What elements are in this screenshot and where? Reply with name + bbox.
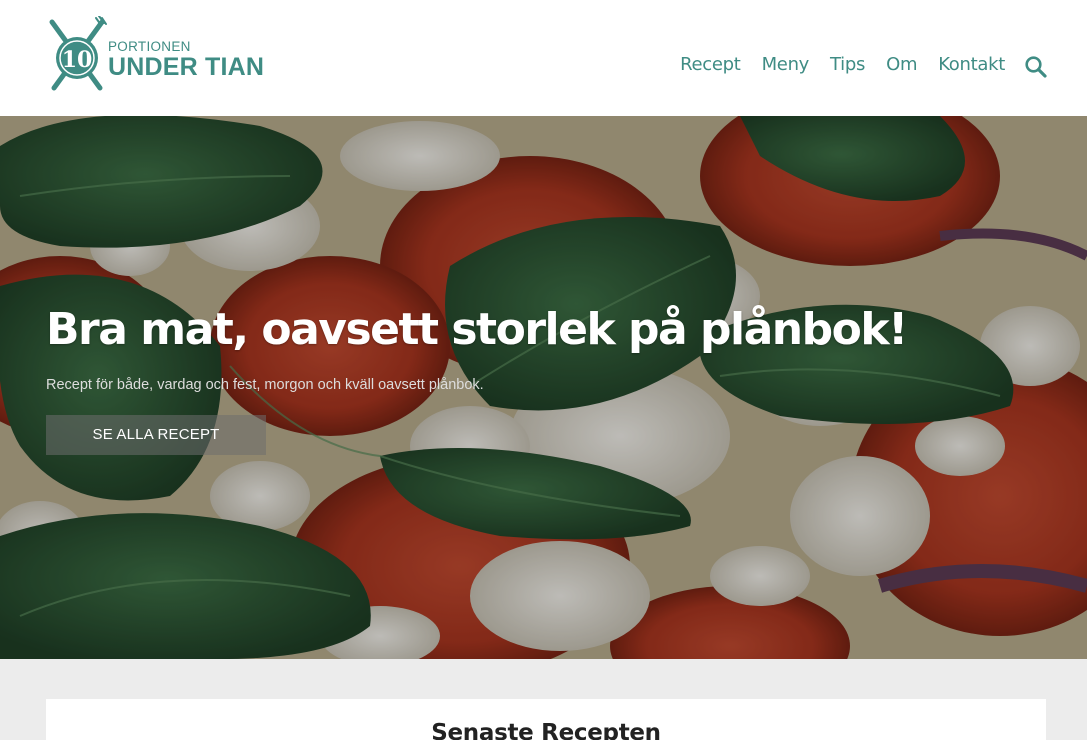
section-title: Senaste Recepten [431,720,661,740]
latest-recipes-card: Senaste Recepten [46,699,1046,740]
nav-item-tips[interactable]: Tips [830,54,865,76]
see-all-recipes-button[interactable]: SE ALLA RECEPT [46,415,266,455]
main-nav: Recept Meny Tips Om Kontakt [680,54,1005,76]
site-logo[interactable]: 10 PORTIONEN UNDER TIAN [46,16,276,94]
hero-title: Bra mat, oavsett storlek på plånbok! [46,304,908,355]
latest-recipes-section: Senaste Recepten [0,659,1087,740]
site-header: 10 PORTIONEN UNDER TIAN Recept Meny Tips… [0,0,1087,116]
hero-banner: Bra mat, oavsett storlek på plånbok! Rec… [0,116,1087,659]
search-icon[interactable] [1024,55,1048,79]
logo-tagline: PORTIONEN [108,39,191,54]
nav-item-om[interactable]: Om [886,54,917,76]
logo-badge-icon: 10 [49,16,107,91]
nav-item-meny[interactable]: Meny [762,54,810,76]
nav-item-kontakt[interactable]: Kontakt [938,54,1005,76]
hero-subtitle: Recept för både, vardag och fest, morgon… [46,377,484,393]
logo-badge-number: 10 [62,47,93,73]
logo-wordmark: UNDER TIAN [108,53,265,81]
nav-item-recept[interactable]: Recept [680,54,741,76]
